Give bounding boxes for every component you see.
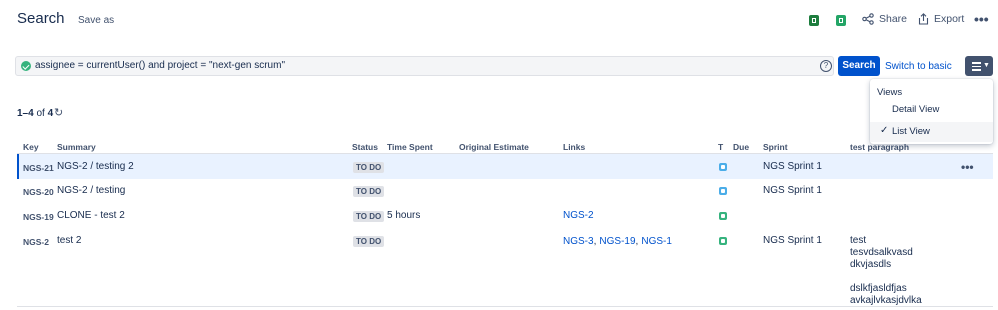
- paragraph-line: test: [850, 235, 867, 246]
- export-icon: [918, 13, 929, 25]
- save-as-button[interactable]: Save as: [78, 15, 114, 26]
- status-badge[interactable]: TO DO: [353, 236, 385, 247]
- column-header-links[interactable]: Links: [563, 142, 585, 152]
- jql-query-text: assignee = currentUser() and project = "…: [35, 60, 285, 71]
- column-header-time-spent[interactable]: Time Spent: [387, 142, 433, 152]
- story-type-icon: [719, 237, 727, 245]
- result-of: of: [36, 108, 45, 119]
- column-header-status[interactable]: Status: [352, 142, 378, 152]
- link-separator: ,: [635, 236, 639, 247]
- issue-summary[interactable]: NGS-2 / testing 2: [57, 161, 134, 172]
- check-icon: ✓: [880, 125, 889, 136]
- issue-summary[interactable]: test 2: [57, 235, 81, 246]
- paragraph-line: dkvjasdls: [850, 259, 892, 270]
- menu-item-label: Detail View: [892, 104, 940, 115]
- time-spent-cell: 5 hours: [387, 210, 421, 221]
- subtask-type-icon: [719, 187, 727, 195]
- result-range: 1–4: [17, 108, 34, 119]
- paragraph-blank-line: [850, 271, 922, 283]
- summary-text[interactable]: testing 2: [96, 161, 134, 172]
- story-type-icon: [719, 212, 727, 220]
- status-badge[interactable]: TO DO: [353, 186, 385, 197]
- switch-to-basic-link[interactable]: Switch to basic: [885, 61, 952, 72]
- menu-item-label: List View: [892, 126, 930, 137]
- linked-issue-link[interactable]: NGS-1: [641, 236, 672, 247]
- linked-issue-link[interactable]: NGS-3: [563, 236, 594, 247]
- summary-separator: /: [90, 161, 94, 172]
- menu-item-list-view[interactable]: ✓ List View: [870, 122, 993, 142]
- table-bottom-divider: [17, 306, 993, 307]
- link-separator: ,: [593, 236, 597, 247]
- linked-issue-link[interactable]: NGS-2: [563, 210, 594, 221]
- links-cell: NGS-3, NGS-19, NGS-1: [563, 235, 672, 247]
- search-button[interactable]: Search: [838, 56, 880, 76]
- sprint-cell: NGS Sprint 1: [763, 235, 822, 246]
- issue-key[interactable]: NGS-19: [23, 212, 54, 222]
- result-total: 4: [47, 108, 54, 119]
- list-view-icon: [972, 62, 981, 71]
- jql-query-input[interactable]: assignee = currentUser() and project = "…: [15, 56, 834, 76]
- issue-key[interactable]: NGS-20: [23, 187, 54, 197]
- parent-issue-link[interactable]: NGS-2: [57, 161, 88, 172]
- status-badge[interactable]: TO DO: [353, 162, 385, 173]
- menu-item-detail-view[interactable]: Detail View: [870, 100, 993, 120]
- sprint-cell: NGS Sprint 1: [763, 185, 822, 196]
- summary-separator: /: [90, 185, 94, 196]
- column-header-original-estimate[interactable]: Original Estimate: [459, 142, 529, 152]
- column-header-summary[interactable]: Summary: [57, 142, 96, 152]
- test-paragraph-cell: test tesvdsalkvasd dkvjasdls dslkfjasldf…: [850, 235, 922, 307]
- page-title: Search: [17, 10, 65, 27]
- views-menu-heading: Views: [877, 87, 903, 98]
- google-sheets-icon[interactable]: [836, 15, 846, 26]
- export-button[interactable]: Export: [918, 13, 964, 25]
- summary-text[interactable]: testing: [96, 185, 125, 196]
- subtask-type-icon: [719, 163, 727, 171]
- share-icon: [862, 13, 874, 25]
- row-actions-button[interactable]: •••: [961, 160, 974, 174]
- column-header-type[interactable]: T: [718, 142, 723, 152]
- more-actions-button[interactable]: •••: [974, 11, 989, 27]
- issue-key[interactable]: NGS-21: [23, 163, 54, 173]
- issue-summary[interactable]: NGS-2 / testing: [57, 185, 125, 196]
- table-row-selected[interactable]: [17, 154, 993, 179]
- status-badge[interactable]: TO DO: [353, 211, 385, 222]
- chevron-down-icon: ▼: [983, 62, 990, 69]
- views-dropdown-menu: Views Detail View ✓ List View: [870, 79, 993, 144]
- valid-query-check-icon: [21, 61, 31, 71]
- column-header-sprint[interactable]: Sprint: [763, 142, 788, 152]
- refresh-icon[interactable]: ↻: [54, 106, 63, 119]
- share-label: Share: [879, 13, 908, 25]
- view-toggle-button[interactable]: ▼: [965, 56, 993, 76]
- issue-summary[interactable]: CLONE - test 2: [57, 210, 125, 221]
- export-label: Export: [934, 13, 965, 25]
- paragraph-line: tesvdsalkvasd: [850, 247, 913, 258]
- result-count: 1–4 of 4: [17, 108, 53, 119]
- parent-issue-link[interactable]: NGS-2: [57, 185, 88, 196]
- linked-issue-link[interactable]: NGS-19: [599, 236, 635, 247]
- column-header-key[interactable]: Key: [23, 142, 39, 152]
- paragraph-line: dslkfjasldfjas: [850, 283, 907, 294]
- column-header-due[interactable]: Due: [733, 142, 749, 152]
- sprint-cell: NGS Sprint 1: [763, 161, 822, 172]
- issue-key[interactable]: NGS-2: [23, 237, 49, 247]
- help-icon[interactable]: ?: [820, 60, 832, 72]
- share-button[interactable]: Share: [862, 13, 907, 25]
- excel-export-icon[interactable]: [809, 15, 819, 26]
